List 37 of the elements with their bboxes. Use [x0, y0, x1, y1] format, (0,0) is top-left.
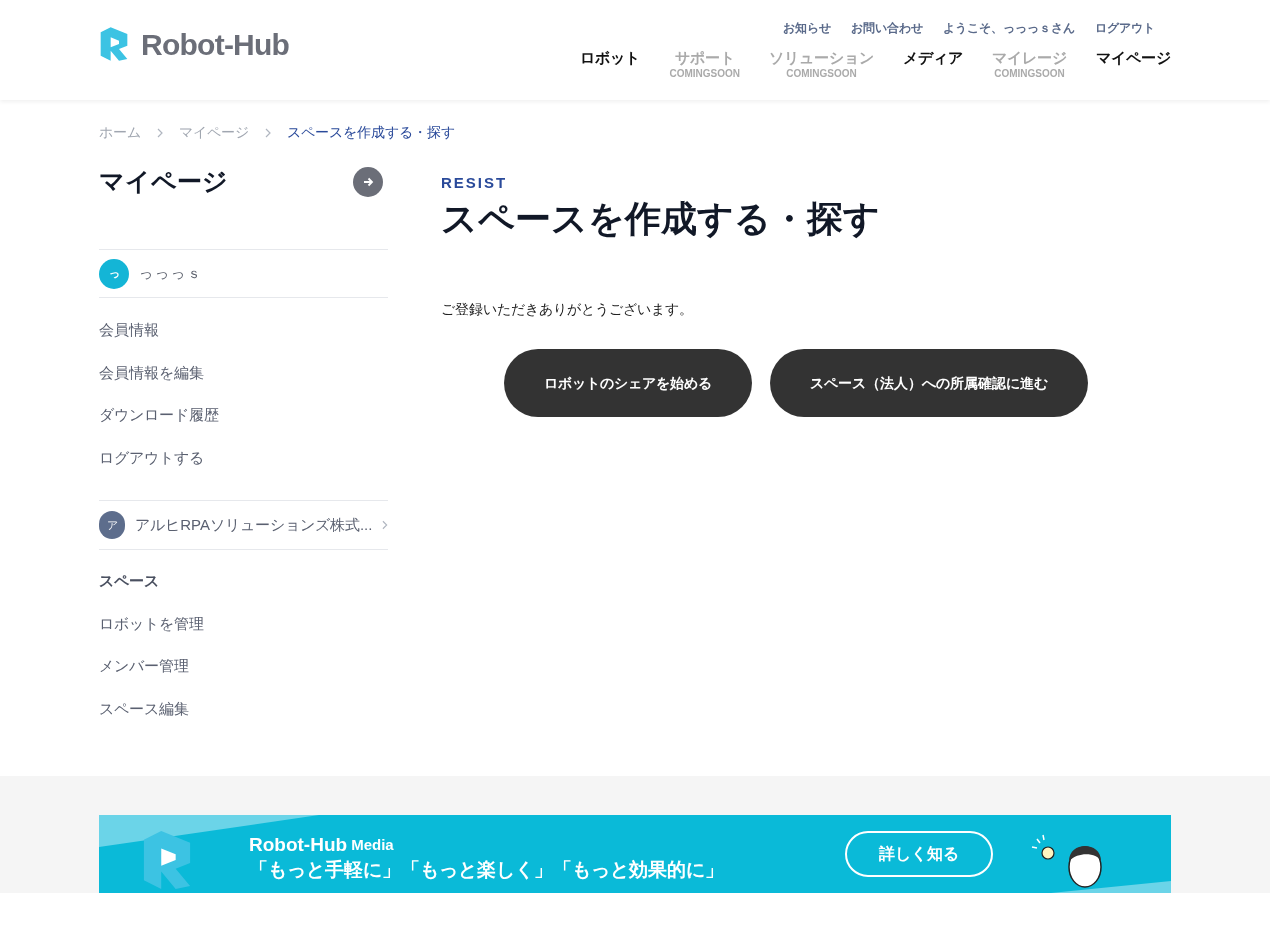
top-link[interactable]: お問い合わせ [851, 19, 923, 37]
sidebar-link[interactable]: 会員情報を編集 [99, 351, 388, 394]
nav-link[interactable]: ロボット [580, 49, 641, 81]
thanks-message: ご登録いただきありがとうございます。 [441, 300, 694, 319]
sidebar-link[interactable]: ログアウトする [99, 436, 388, 479]
action-button[interactable]: スペース（法人）への所属確認に進む [770, 349, 1088, 417]
nav-link[interactable]: メディア [903, 49, 963, 81]
top-link[interactable]: ログアウト [1095, 19, 1155, 37]
user-name[interactable]: っっっｓ [139, 263, 203, 284]
chevron-right-icon [157, 127, 163, 138]
top-link[interactable]: お知らせ [783, 19, 831, 37]
logo-icon [99, 26, 129, 62]
eyebrow-label: RESIST [441, 175, 509, 191]
sidebar-heading: スペース [99, 571, 160, 591]
arrow-button[interactable] [353, 167, 383, 197]
media-label: Media [351, 835, 394, 855]
banner-logo-icon [141, 831, 193, 889]
sidebar-link[interactable]: メンバー管理 [99, 645, 388, 688]
sidebar-link[interactable]: 会員情報 [99, 309, 388, 352]
logo-text[interactable]: Robot-Hub [141, 21, 290, 67]
sidebar-link[interactable]: スペース編集 [99, 687, 388, 730]
media-brand: Robot-Hub [249, 835, 348, 855]
user-avatar: っ [99, 258, 129, 289]
chevron-right-icon [265, 127, 271, 138]
banner-tagline: 「もっと手軽に」「もっと楽しく」「もっと効果的に」 [249, 858, 724, 882]
sidebar-link[interactable]: ロボットを管理 [99, 602, 388, 645]
space-link[interactable]: アルヒRPAソリューションズ株式... [135, 513, 373, 537]
sidebar-link[interactable]: ダウンロード履歴 [99, 394, 388, 437]
arrow-right-icon [362, 176, 374, 188]
page-title: スペースを作成する・探す [441, 197, 881, 241]
chevron-right-icon [382, 520, 388, 530]
action-button[interactable]: ロボットのシェアを始める [504, 349, 752, 417]
sidebar-title: マイページ [99, 166, 228, 197]
space-avatar: ア [99, 511, 126, 539]
top-link[interactable]: ようこそ、っっっｓさん [943, 19, 1075, 37]
breadcrumb-link[interactable]: スペースを作成する・探す [287, 122, 455, 143]
nav-link[interactable]: マイページ [1096, 49, 1171, 81]
